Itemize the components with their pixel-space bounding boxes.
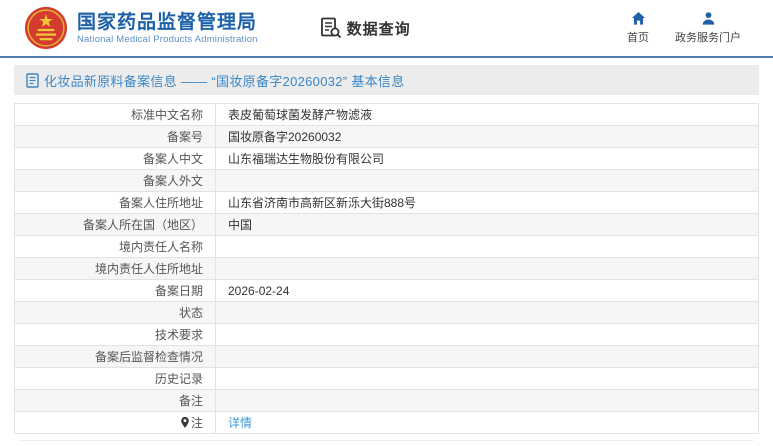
row-label: 备案人住所地址 [14, 191, 216, 214]
table-row: 历史记录 [14, 367, 759, 390]
table-row: 备案人所在国（地区） 中国 [14, 213, 759, 236]
document-icon [26, 72, 39, 88]
table-row: 备案日期 2026-02-24 [14, 279, 759, 302]
row-label: 备案人所在国（地区） [14, 213, 216, 236]
row-value: 表皮葡萄球菌发酵产物滤液 [215, 103, 759, 126]
table-row: 状态 [14, 301, 759, 324]
row-value: 2026-02-24 [215, 279, 759, 302]
table-row: 备案号 国妆原备字20260032 [14, 125, 759, 148]
document-search-icon [320, 17, 341, 39]
agency-subtitle: National Medical Products Administration [77, 34, 258, 45]
row-label: 技术要求 [14, 323, 216, 346]
row-value: 中国 [215, 213, 759, 236]
page-bottom-divider [19, 440, 754, 441]
nav-item-gov-portal[interactable]: 政务服务门户 [675, 11, 741, 45]
row-label: 备案后监督检查情况 [14, 345, 216, 368]
home-icon [631, 11, 645, 25]
row-label: 注 [14, 411, 216, 434]
row-value: 国妆原备字20260032 [215, 125, 759, 148]
row-label: 标准中文名称 [14, 103, 216, 126]
data-query-button[interactable]: 数据查询 [320, 17, 411, 39]
table-row: 备案后监督检查情况 [14, 345, 759, 368]
filing-info-table: 标准中文名称 表皮葡萄球菌发酵产物滤液 备案号 国妆原备字20260032 备案… [14, 103, 759, 441]
row-label: 备案号 [14, 125, 216, 148]
table-row: 标准中文名称 表皮葡萄球菌发酵产物滤液 [14, 103, 759, 126]
nav-item-label: 首页 [627, 32, 649, 44]
user-icon [702, 12, 714, 25]
table-row: 技术要求 [14, 323, 759, 346]
table-row: 境内责任人住所地址 [14, 257, 759, 280]
row-value [215, 367, 759, 390]
row-value [215, 301, 759, 324]
table-row: 境内责任人名称 [14, 235, 759, 258]
row-label-text: 注 [190, 415, 203, 430]
row-label: 境内责任人住所地址 [14, 257, 216, 280]
nav-item-label: 政务服务门户 [675, 32, 741, 44]
row-value [215, 323, 759, 346]
row-value [215, 345, 759, 368]
table-row: 备案人中文 山东福瑞达生物股份有限公司 [14, 147, 759, 170]
table-row: 备注 [14, 389, 759, 412]
details-link[interactable]: 详情 [228, 416, 252, 430]
table-row: 备案人住所地址 山东省济南市高新区新泺大街888号 [14, 191, 759, 214]
agency-title: 国家药品监督管理局 [77, 12, 258, 33]
breadcrumb-text: 化妆品新原料备案信息 —— “国妆原备字20260032” 基本信息 [44, 73, 405, 89]
data-query-label: 数据查询 [346, 20, 411, 38]
row-label: 备案日期 [14, 279, 216, 302]
row-label: 历史记录 [14, 367, 216, 390]
row-value [215, 257, 759, 280]
row-label: 备注 [14, 389, 216, 412]
row-value: 山东省济南市高新区新泺大街888号 [215, 191, 759, 214]
row-value [215, 235, 759, 258]
row-label: 备案人中文 [14, 147, 216, 170]
breadcrumb: 化妆品新原料备案信息 —— “国妆原备字20260032” 基本信息 [14, 65, 759, 95]
agency-title-block: 国家药品监督管理局 National Medical Products Admi… [77, 11, 258, 45]
table-row: 注 详情 [14, 411, 759, 434]
row-label: 境内责任人名称 [14, 235, 216, 258]
row-value [215, 389, 759, 412]
header-nav: 首页 政务服务门户 [627, 11, 749, 45]
pin-icon [180, 416, 190, 432]
national-emblem-icon [24, 6, 68, 50]
row-label: 状态 [14, 301, 216, 324]
row-value: 山东福瑞达生物股份有限公司 [215, 147, 759, 170]
nav-item-home[interactable]: 首页 [627, 11, 649, 45]
row-label: 备案人外文 [14, 169, 216, 192]
header: 国家药品监督管理局 National Medical Products Admi… [0, 0, 773, 58]
row-value [215, 169, 759, 192]
table-row: 备案人外文 [14, 169, 759, 192]
row-value: 详情 [215, 411, 759, 434]
